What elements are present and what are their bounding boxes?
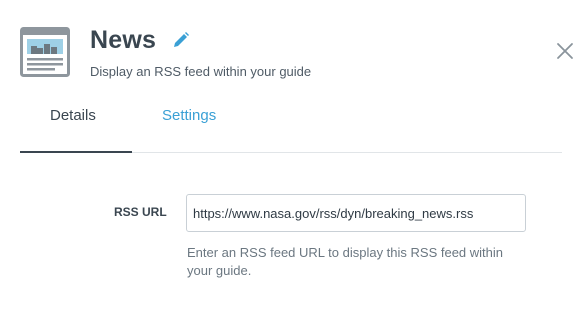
rss-url-input[interactable] (186, 194, 526, 232)
tab-settings[interactable]: Settings (162, 107, 216, 124)
rss-url-help-text: Enter an RSS feed URL to display this RS… (187, 245, 504, 278)
news-widget-icon (20, 27, 70, 77)
active-tab-indicator (20, 151, 132, 153)
page-title: News (90, 26, 157, 54)
close-icon[interactable] (555, 41, 575, 61)
tab-details[interactable]: Details (50, 107, 96, 124)
pencil-icon[interactable] (172, 31, 190, 49)
page-subtitle: Display an RSS feed within your guide (90, 64, 312, 79)
rss-url-label: RSS URL (114, 205, 167, 219)
